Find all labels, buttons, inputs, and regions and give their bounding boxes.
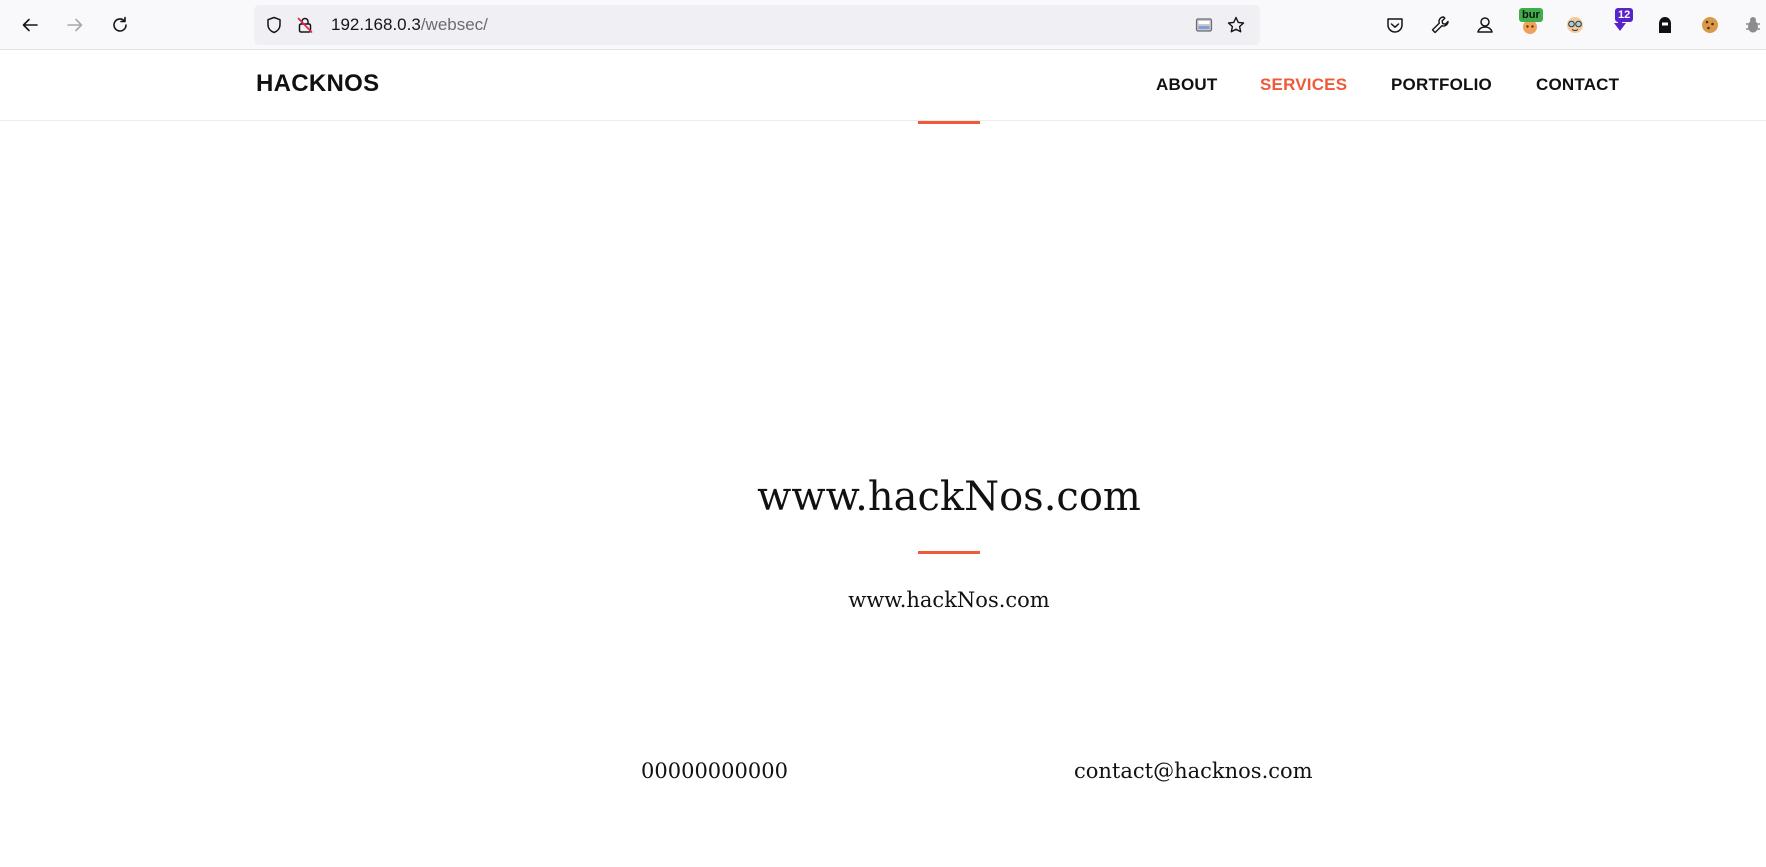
reader-view-icon[interactable]	[1194, 15, 1214, 35]
burp-extension-button[interactable]: bur	[1514, 8, 1546, 41]
forward-arrow-icon	[67, 18, 83, 32]
counter-badge: 12	[1615, 8, 1634, 22]
wrench-icon	[1431, 16, 1449, 34]
title-divider	[918, 551, 980, 554]
pocket-button[interactable]	[1379, 9, 1411, 41]
cookie-icon	[1702, 17, 1718, 33]
url-path: /websec/	[420, 15, 488, 34]
pocket-icon	[1387, 18, 1403, 33]
browser-toolbar: 192.168.0.3/websec/ bur 12	[0, 0, 1766, 50]
bookmark-star-icon[interactable]	[1226, 15, 1246, 35]
burp-badge: bur	[1519, 8, 1543, 22]
bug-extension-button[interactable]	[1737, 9, 1766, 41]
contact-email[interactable]: contact@hacknos.com	[1074, 756, 1313, 786]
tools-button[interactable]	[1424, 9, 1456, 41]
reload-icon	[113, 16, 127, 32]
tracking-protection-shield-icon[interactable]	[264, 15, 284, 35]
hackbar-extension-button[interactable]	[1559, 9, 1591, 41]
nav-contact[interactable]: CONTACT	[1536, 75, 1619, 95]
url-host: 192.168.0.3	[331, 15, 421, 34]
nav-about[interactable]: ABOUT	[1156, 75, 1217, 95]
account-button[interactable]	[1469, 9, 1501, 41]
header-accent-line	[918, 121, 980, 124]
insecure-lock-icon[interactable]	[295, 15, 315, 35]
bug-icon	[1746, 17, 1760, 33]
forward-button[interactable]	[59, 9, 91, 41]
reload-button[interactable]	[104, 9, 136, 41]
contact-phone: 00000000000	[641, 759, 788, 783]
hacker-extension-button[interactable]	[1649, 9, 1681, 41]
site-brand[interactable]: HACKNOS	[256, 70, 379, 98]
account-icon	[1477, 17, 1493, 33]
back-arrow-icon	[22, 18, 38, 32]
site-header: HACKNOS ABOUT SERVICES PORTFOLIO CONTACT	[0, 50, 1766, 121]
back-button[interactable]	[14, 9, 46, 41]
page-subtitle: www.hackNos.com	[848, 588, 1050, 612]
url-bar[interactable]: 192.168.0.3/websec/	[254, 5, 1260, 45]
glasses-face-icon	[1567, 17, 1583, 33]
nav-services[interactable]: SERVICES	[1260, 75, 1347, 95]
page-title: www.hackNos.com	[757, 474, 1141, 520]
nav-portfolio[interactable]: PORTFOLIO	[1391, 75, 1492, 95]
url-text[interactable]: 192.168.0.3/websec/	[331, 15, 488, 35]
cookie-extension-button[interactable]	[1694, 9, 1726, 41]
download-extension-button[interactable]: 12	[1604, 8, 1636, 41]
hooded-hacker-icon	[1659, 17, 1671, 33]
